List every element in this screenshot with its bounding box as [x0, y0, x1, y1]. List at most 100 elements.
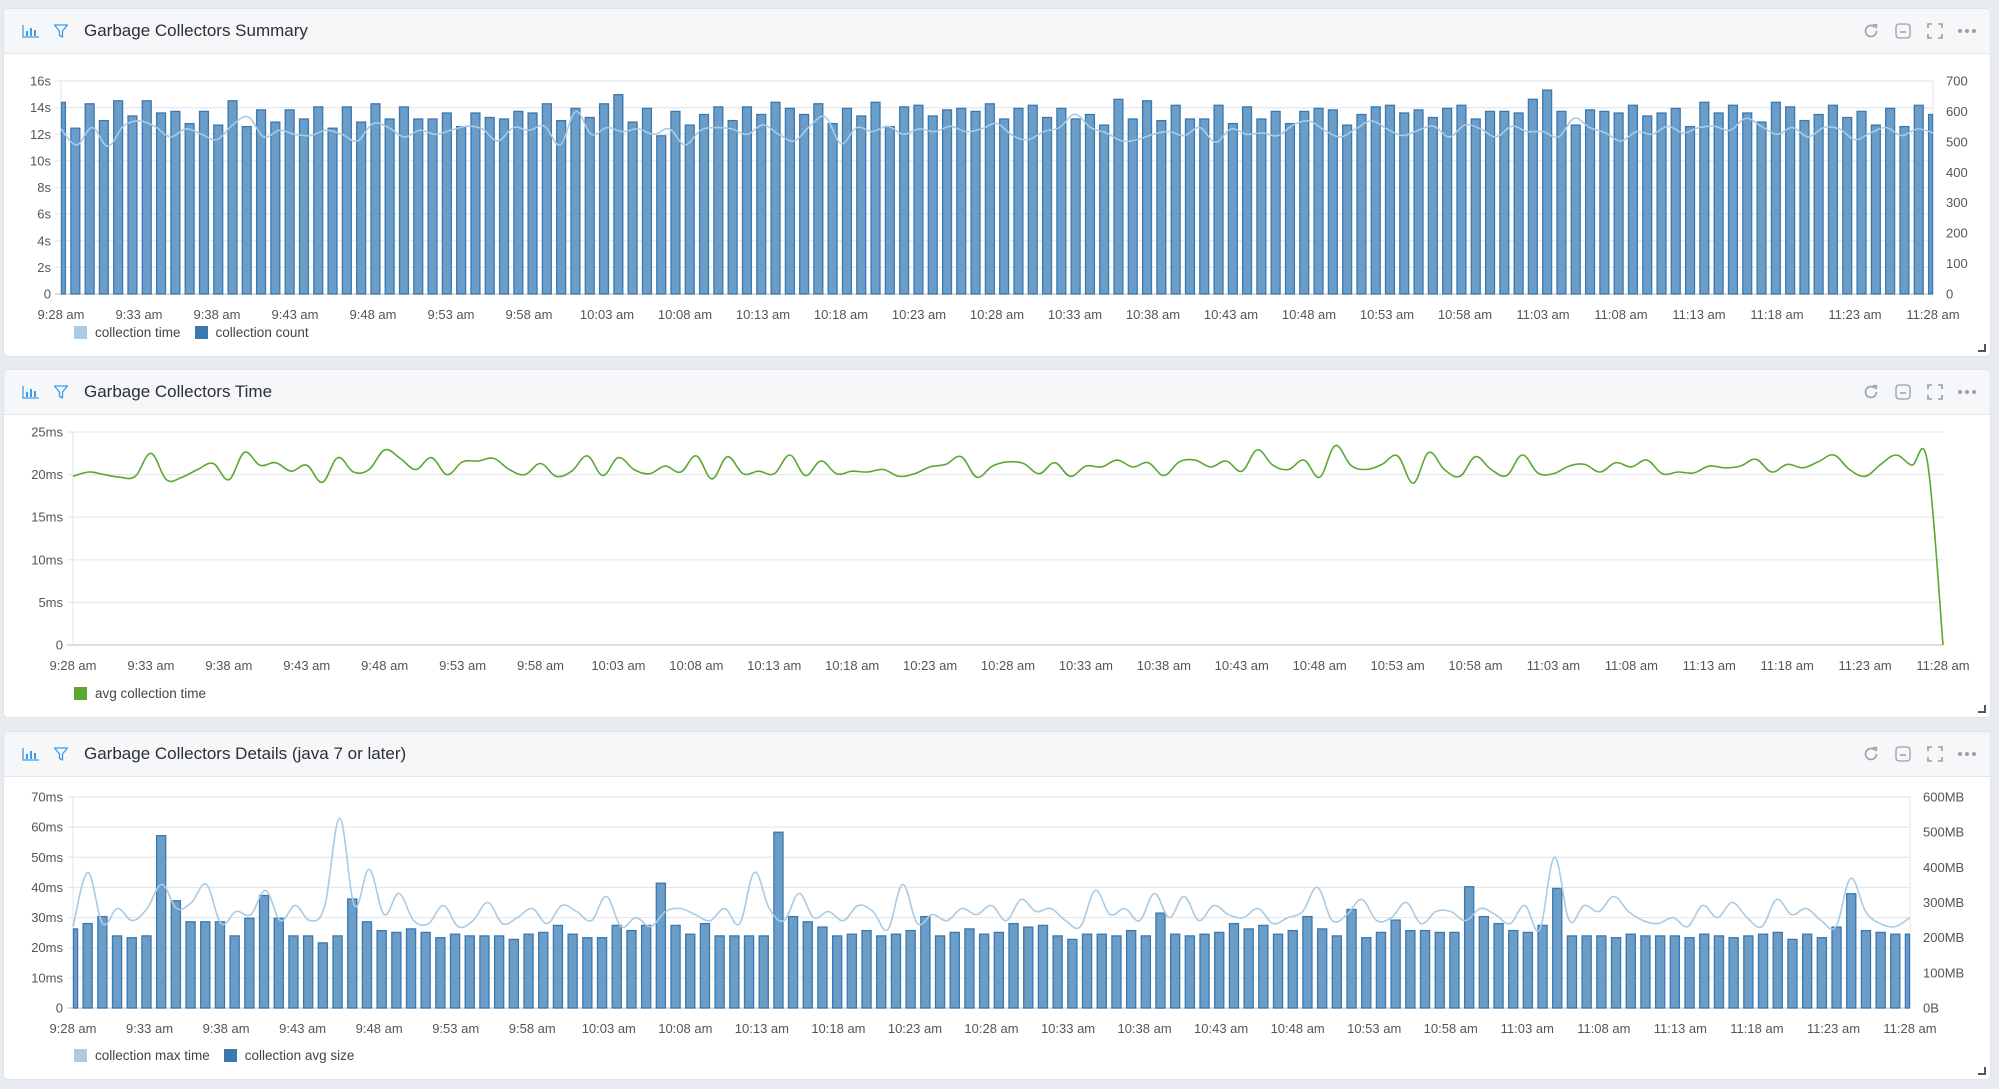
bar [1214, 931, 1225, 1009]
bar [1140, 935, 1152, 1009]
resize-handle[interactable] [1978, 705, 1986, 713]
x-tick-label: 10:28 am [970, 307, 1024, 322]
bar [198, 110, 210, 295]
x-tick-label: 9:38 am [205, 658, 252, 673]
bar [1313, 107, 1324, 295]
x-tick-label: 10:13 am [747, 658, 801, 673]
bar [934, 935, 946, 1009]
y-right-tick-label: 200 [1946, 226, 1968, 241]
bar [1356, 113, 1367, 295]
y-tick-label: 0 [56, 638, 63, 653]
bar [913, 104, 924, 295]
x-tick-label: 10:48 am [1282, 307, 1336, 322]
chart-type-icon[interactable] [20, 20, 42, 42]
bar [538, 931, 549, 1009]
y-tick-label: 16s [30, 74, 51, 89]
bar [1537, 924, 1548, 1009]
more-icon[interactable] [1956, 20, 1978, 42]
chart-type-icon[interactable] [20, 743, 42, 765]
bar [1008, 922, 1019, 1009]
legend-item-collection-max-time[interactable]: collection max time [74, 1048, 210, 1063]
bar [1566, 935, 1578, 1009]
filter-icon[interactable] [50, 381, 72, 403]
refresh-icon[interactable] [1860, 20, 1882, 42]
minimize-icon[interactable] [1892, 381, 1914, 403]
more-icon[interactable] [1956, 381, 1978, 403]
bar [941, 109, 953, 295]
bar [1370, 106, 1381, 295]
refresh-icon[interactable] [1860, 381, 1882, 403]
bar [802, 921, 813, 1009]
gc-summary-chart: 0 2s 4s 6s 8s 10s 12s 14s 16s 0 100 200 300 400 500 600… [30, 74, 1968, 323]
bar [1669, 935, 1681, 1009]
legend-swatch [74, 687, 87, 700]
x-tick-label: 11:28 am [1906, 307, 1959, 322]
x-tick-label: 9:38 am [194, 307, 241, 322]
bar [1642, 115, 1653, 295]
panel-header: Garbage Collectors Summary [4, 9, 1990, 54]
bar [1581, 935, 1592, 1009]
bar [214, 921, 226, 1009]
fullscreen-icon[interactable] [1924, 381, 1946, 403]
bar [111, 935, 123, 1009]
bar [570, 107, 581, 295]
x-tick-label: 10:13 am [736, 307, 790, 322]
bar [1463, 886, 1475, 1009]
chart-type-icon[interactable] [20, 381, 42, 403]
more-icon[interactable] [1956, 743, 1978, 765]
bar [999, 118, 1010, 295]
x-tick-label: 10:43 am [1204, 307, 1258, 322]
bar [1508, 929, 1519, 1009]
minimize-icon[interactable] [1892, 20, 1914, 42]
bar [1027, 104, 1038, 295]
bar [405, 928, 417, 1009]
bar [627, 121, 638, 295]
bar [1799, 119, 1810, 295]
fullscreen-icon[interactable] [1924, 20, 1946, 42]
y-right-tick-label: 400 [1946, 165, 1968, 180]
bar [317, 942, 329, 1009]
legend-item-collection-count[interactable]: collection count [194, 325, 309, 340]
x-tick-label: 9:48 am [350, 307, 397, 322]
legend-item-avg-collection-time[interactable]: avg collection time [74, 686, 206, 701]
bar [1390, 919, 1401, 1009]
bar [714, 935, 725, 1009]
bar [1875, 931, 1886, 1009]
x-tick-label: 9:43 am [283, 658, 330, 673]
x-tick-label: 10:53 am [1360, 307, 1414, 322]
refresh-icon[interactable] [1860, 743, 1882, 765]
bar [1096, 933, 1107, 1009]
x-tick-label: 10:08 am [658, 1021, 712, 1036]
bar [361, 921, 373, 1009]
y-right-tick-label: 200MB [1923, 930, 1964, 945]
legend-item-collection-avg-size[interactable]: collection avg size [223, 1048, 354, 1063]
bar [640, 924, 652, 1009]
y-tick-label: 10s [30, 153, 51, 168]
resize-handle[interactable] [1978, 1067, 1986, 1075]
bar [1478, 915, 1490, 1009]
x-tick-label: 10:23 am [888, 1021, 942, 1036]
bar [1331, 935, 1343, 1009]
x-tick-label: 11:13 am [1683, 658, 1736, 673]
resize-handle[interactable] [1978, 344, 1986, 352]
legend-item-collection-time[interactable]: collection time [74, 325, 181, 340]
bar [1670, 107, 1681, 295]
filter-icon[interactable] [50, 20, 72, 42]
gc-details-chart: 0 10ms 20ms 30ms 40ms 50ms 60ms 70ms 0B 100MB 200M… [31, 790, 1964, 1037]
bar [1656, 112, 1667, 295]
panel-title: Garbage Collectors Time [84, 382, 273, 401]
bar [347, 898, 358, 1009]
y-tick-label: 0 [44, 287, 51, 302]
minimize-icon[interactable] [1892, 743, 1914, 765]
bar [1827, 104, 1839, 295]
bar [270, 121, 281, 295]
bar [1456, 104, 1467, 295]
y-tick-label: 70ms [31, 790, 63, 805]
y-tick-label: 20ms [31, 467, 63, 482]
bar [1713, 935, 1725, 1009]
bar [82, 922, 93, 1009]
fullscreen-icon[interactable] [1924, 743, 1946, 765]
bar [1316, 928, 1328, 1009]
filter-icon[interactable] [50, 743, 72, 765]
x-tick-label: 10:18 am [811, 1021, 865, 1036]
